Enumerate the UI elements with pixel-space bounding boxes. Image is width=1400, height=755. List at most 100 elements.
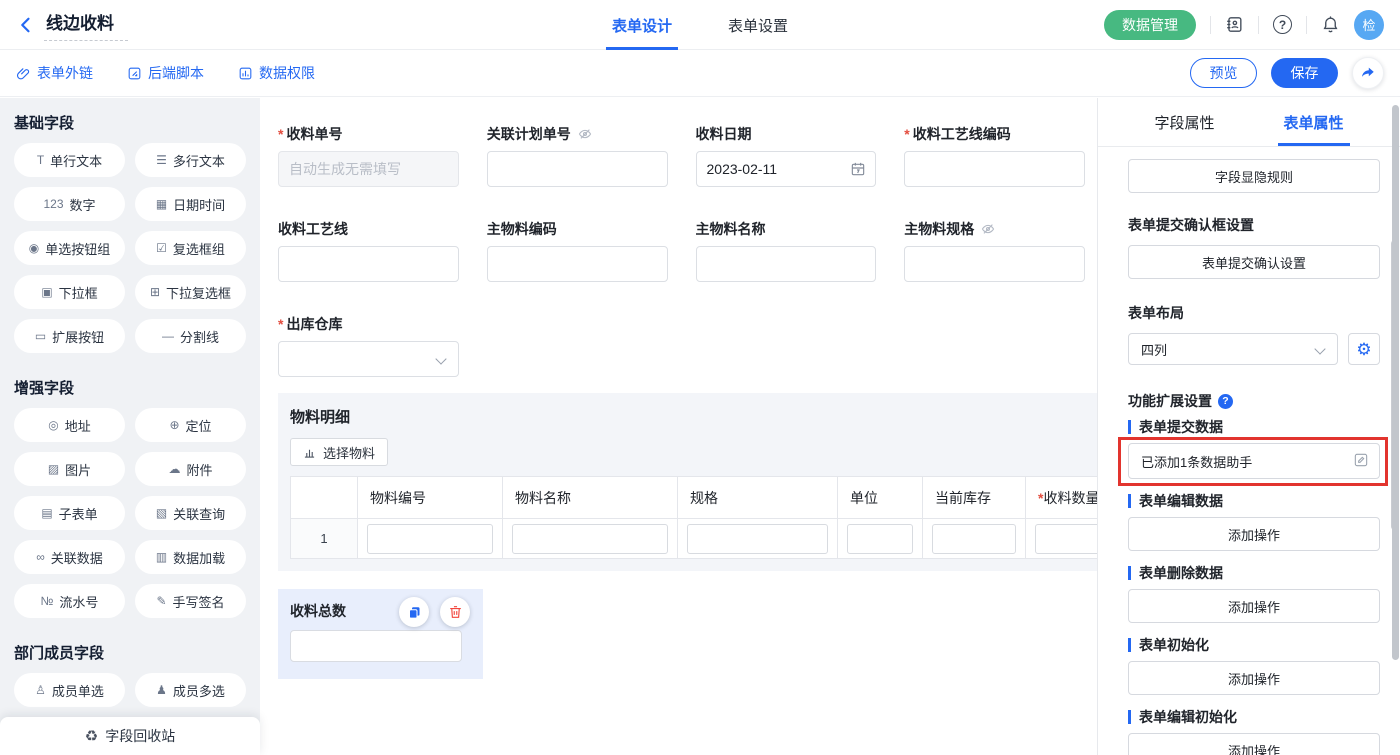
form-field[interactable]: *出库仓库 <box>278 314 459 377</box>
form-layout-select[interactable]: 四列 <box>1128 333 1338 365</box>
delete-field-button[interactable] <box>440 597 470 627</box>
sidebar-item[interactable]: ▧关联查询 <box>135 496 246 530</box>
sidebar-item[interactable]: ▨图片 <box>14 452 125 486</box>
toolbar-link-1[interactable]: 后端脚本 <box>127 63 204 83</box>
sidebar-item[interactable]: ☑复选框组 <box>135 231 246 265</box>
field-input[interactable] <box>488 247 667 281</box>
sidebar-item[interactable]: ▦日期时间 <box>135 187 246 221</box>
form-field[interactable]: *收料单号 <box>278 124 459 187</box>
data-assistant-box[interactable]: 已添加1条数据助手 <box>1128 443 1380 479</box>
field-control[interactable] <box>696 151 877 187</box>
submit-confirm-title: 表单提交确认框设置 <box>1128 215 1380 235</box>
form-field[interactable]: 主物料规格 <box>904 219 1085 282</box>
share-button[interactable] <box>1352 57 1384 89</box>
field-input[interactable] <box>697 247 876 281</box>
field-control[interactable] <box>904 151 1085 187</box>
subform-cell-input[interactable] <box>687 524 828 554</box>
tab-0[interactable]: 表单设计 <box>606 0 678 50</box>
sidebar-item[interactable]: ✎手写签名 <box>135 584 246 618</box>
field-input[interactable] <box>279 247 458 281</box>
field-control[interactable] <box>278 151 459 187</box>
subform-cell-input[interactable] <box>367 524 493 554</box>
field-type-icon: ✎ <box>156 595 166 607</box>
help-icon[interactable]: ? <box>1273 15 1292 34</box>
field-control[interactable] <box>696 246 877 282</box>
form-field[interactable]: 主物料名称 <box>696 219 877 282</box>
field-control[interactable] <box>278 246 459 282</box>
sidebar-item[interactable]: —分割线 <box>135 319 246 353</box>
sidebar-section-title: 部门成员字段 <box>14 642 246 663</box>
submit-confirm-button[interactable]: 表单提交确认设置 <box>1128 245 1380 279</box>
sidebar-item[interactable]: ▤子表单 <box>14 496 125 530</box>
field-label: *出库仓库 <box>278 314 459 334</box>
sidebar-item[interactable]: ◉单选按钮组 <box>14 231 125 265</box>
edit-icon[interactable] <box>1353 452 1369 468</box>
form-field[interactable]: 收料日期 <box>696 124 877 187</box>
sidebar-item[interactable]: ∞关联数据 <box>14 540 125 574</box>
subform-cell-input[interactable] <box>1035 524 1097 554</box>
avatar[interactable]: 检 <box>1354 10 1384 40</box>
panel-tab-0[interactable]: 字段属性 <box>1120 98 1249 146</box>
field-control[interactable] <box>904 246 1085 282</box>
bell-icon[interactable] <box>1321 15 1340 34</box>
field-input[interactable] <box>488 152 667 186</box>
add-action-button[interactable]: 添加操作 <box>1128 589 1380 623</box>
subform-cell-input[interactable] <box>932 524 1016 554</box>
page-title[interactable]: 线边收料 <box>44 9 128 41</box>
copy-icon <box>407 605 422 620</box>
field-visibility-rules-button[interactable]: 字段显隐规则 <box>1128 159 1380 193</box>
back-button[interactable] <box>16 15 36 35</box>
sidebar-item[interactable]: ♟成员多选 <box>135 673 246 707</box>
field-control[interactable] <box>278 341 459 377</box>
field-input[interactable] <box>905 152 1084 186</box>
select-material-button[interactable]: 选择物料 <box>290 438 388 466</box>
field-control[interactable] <box>487 246 668 282</box>
save-button[interactable]: 保存 <box>1271 58 1338 88</box>
copy-field-button[interactable] <box>399 597 429 627</box>
form-field[interactable]: *收料工艺线编码 <box>904 124 1085 187</box>
field-control[interactable] <box>487 151 668 187</box>
add-action-button[interactable]: 添加操作 <box>1128 517 1380 551</box>
sidebar-item[interactable]: ☁附件 <box>135 452 246 486</box>
subform-cell-input[interactable] <box>847 524 913 554</box>
sidebar-item[interactable]: ☰多行文本 <box>135 143 246 177</box>
panel-tab-1[interactable]: 表单属性 <box>1249 98 1378 146</box>
sidebar-item[interactable]: 123数字 <box>14 187 125 221</box>
toolbar-link-0[interactable]: 表单外链 <box>16 63 93 83</box>
selected-field-block[interactable]: 收料总数 <box>278 589 483 679</box>
form-field[interactable]: 主物料编码 <box>487 219 668 282</box>
field-input[interactable] <box>905 247 1084 281</box>
ext-section-title: 表单初始化 <box>1139 635 1209 655</box>
form-field[interactable]: 收料工艺线 <box>278 219 459 282</box>
sidebar-item[interactable]: №流水号 <box>14 584 125 618</box>
sidebar-item[interactable]: ▣下拉框 <box>14 275 125 309</box>
sidebar-scrollbar[interactable] <box>1392 105 1399 660</box>
toolbar-link-2[interactable]: 数据权限 <box>238 63 315 83</box>
selected-field-input[interactable] <box>291 631 461 661</box>
sidebar-item-label: 流水号 <box>59 592 98 611</box>
preview-button[interactable]: 预览 <box>1190 58 1257 88</box>
add-action-button[interactable]: 添加操作 <box>1128 733 1380 755</box>
tab-1[interactable]: 表单设置 <box>722 0 794 50</box>
subform-section[interactable]: 物料明细 选择物料 物料编号物料名称规格单位当前库存*收料数量1 <box>278 393 1097 571</box>
layout-settings-button[interactable]: ⚙ <box>1348 333 1380 365</box>
add-action-button[interactable]: 添加操作 <box>1128 661 1380 695</box>
data-manage-button[interactable]: 数据管理 <box>1104 10 1196 40</box>
field-input[interactable] <box>279 152 458 186</box>
edit-icon[interactable] <box>1353 452 1369 471</box>
field-label-text: 主物料编码 <box>487 219 557 239</box>
form-field[interactable]: 关联计划单号 <box>487 124 668 187</box>
sidebar-item[interactable]: ▭扩展按钮 <box>14 319 125 353</box>
field-recycle-bin[interactable]: ♻ 字段回收站 <box>0 717 260 755</box>
field-label: 关联计划单号 <box>487 124 668 144</box>
address-book-icon[interactable] <box>1225 15 1244 34</box>
sidebar-item[interactable]: ♙成员单选 <box>14 673 125 707</box>
sidebar-item[interactable]: ⊕定位 <box>135 408 246 442</box>
sidebar-item[interactable]: T单行文本 <box>14 143 125 177</box>
help-badge-icon[interactable]: ? <box>1218 394 1233 409</box>
sidebar-item[interactable]: ⊞下拉复选框 <box>135 275 246 309</box>
sidebar-item[interactable]: ▥数据加载 <box>135 540 246 574</box>
subform-cell-input[interactable] <box>512 524 668 554</box>
field-input[interactable] <box>697 152 876 186</box>
sidebar-item[interactable]: ◎地址 <box>14 408 125 442</box>
